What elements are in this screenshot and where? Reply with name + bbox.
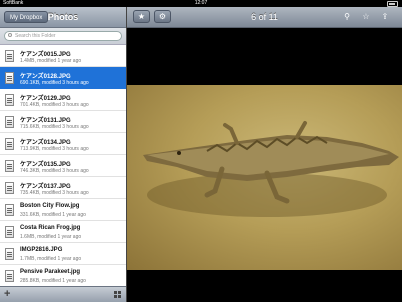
sidebar-title: Photos — [47, 12, 79, 22]
file-row[interactable]: ケアンズ0015.JPG 1.4MB, modified 1 year ago — [0, 45, 126, 67]
document-icon — [5, 160, 14, 172]
share-icon[interactable]: ⇪ — [379, 10, 391, 23]
file-meta: 715.6KB, modified 3 hours ago — [20, 124, 89, 130]
file-name: ケアンズ0128.JPG — [20, 74, 71, 80]
file-row[interactable]: IMGP2816.JPG 1.7MB, modified 1 year ago — [0, 243, 126, 265]
file-meta: 746.3KB, modified 3 hours ago — [20, 168, 89, 174]
file-row[interactable]: Pensive Parakeet.jpg 285.8KB, modified 1 … — [0, 265, 126, 287]
document-icon — [5, 204, 14, 216]
file-meta: 735.4KB, modified 3 hours ago — [20, 190, 89, 196]
file-name: Pensive Parakeet.jpg — [20, 269, 81, 275]
file-row[interactable]: Costa Rican Frog.jpg 1.6MB, modified 1 ye… — [0, 221, 126, 243]
file-name: ケアンズ0015.JPG — [20, 52, 71, 58]
document-icon — [5, 182, 14, 194]
document-icon — [5, 226, 14, 238]
file-row[interactable]: ケアンズ0137.JPG 735.4KB, modified 3 hours ag… — [0, 177, 126, 199]
photo-viewer — [127, 28, 402, 302]
file-row[interactable]: ケアンズ0128.JPG 690.1KB, modified 3 hours ag… — [0, 67, 126, 89]
search-icon — [8, 33, 12, 37]
clock: 12:07 — [194, 0, 208, 6]
file-name: ケアンズ0131.JPG — [20, 118, 71, 124]
file-meta: 713.9KB, modified 3 hours ago — [20, 146, 89, 152]
file-meta: 690.1KB, modified 3 hours ago — [20, 80, 89, 86]
sidebar-navbar: My Dropbox Photos — [0, 7, 126, 28]
document-icon — [5, 138, 14, 150]
sidebar: My Dropbox Photos Search this Folder ケアン… — [0, 7, 127, 302]
search-bar: Search this Folder — [0, 28, 126, 45]
file-name: Boston City Flow.jpg — [20, 203, 80, 209]
grid-icon[interactable] — [114, 291, 121, 298]
file-row[interactable]: ケアンズ0135.JPG 746.3KB, modified 3 hours ag… — [0, 155, 126, 177]
plus-icon[interactable]: + — [4, 287, 10, 302]
file-meta: 701.4KB, modified 3 hours ago — [20, 102, 89, 108]
file-meta: 1.4MB, modified 1 year ago — [20, 58, 82, 64]
document-icon — [5, 270, 14, 282]
file-name: ケアンズ0134.JPG — [20, 140, 71, 146]
file-name: IMGP2816.JPG — [20, 247, 63, 253]
link-icon[interactable]: ⚲ — [341, 10, 353, 23]
file-row[interactable]: ケアンズ0129.JPG 701.4KB, modified 3 hours ag… — [0, 89, 126, 111]
document-icon — [5, 94, 14, 106]
document-icon — [5, 248, 14, 260]
document-icon — [5, 72, 14, 84]
document-icon — [5, 116, 14, 128]
star-icon[interactable]: ☆ — [360, 10, 372, 23]
file-name: ケアンズ0129.JPG — [20, 96, 71, 102]
viewer-toolbar: ★ ⚙ 6 of 11 ⚲ ☆ ⇪ — [127, 7, 402, 28]
file-list: ケアンズ0015.JPG 1.4MB, modified 1 year ago ケア… — [0, 45, 126, 287]
file-name: ケアンズ0135.JPG — [20, 162, 71, 168]
file-name: ケアンズ0137.JPG — [20, 184, 71, 190]
file-name: Costa Rican Frog.jpg — [20, 225, 81, 231]
file-row[interactable]: ケアンズ0131.JPG 715.6KB, modified 3 hours ag… — [0, 111, 126, 133]
file-row[interactable]: Boston City Flow.jpg 331.6KB, modified 1 … — [0, 199, 126, 221]
file-meta: 1.6MB, modified 1 year ago — [20, 234, 82, 240]
file-meta: 331.6KB, modified 1 year ago — [20, 212, 86, 218]
document-icon — [5, 50, 14, 62]
sidebar-toolbar: + — [0, 286, 126, 302]
search-input[interactable]: Search this Folder — [4, 31, 122, 41]
crocodile-photo[interactable] — [127, 85, 402, 270]
search-placeholder: Search this Folder — [15, 33, 56, 39]
file-meta: 1.7MB, modified 1 year ago — [20, 256, 82, 262]
file-row[interactable]: ケアンズ0134.JPG 713.9KB, modified 3 hours ag… — [0, 133, 126, 155]
status-bar: SoftBank 12:07 — [0, 0, 402, 7]
file-meta: 285.8KB, modified 1 year ago — [20, 278, 86, 284]
